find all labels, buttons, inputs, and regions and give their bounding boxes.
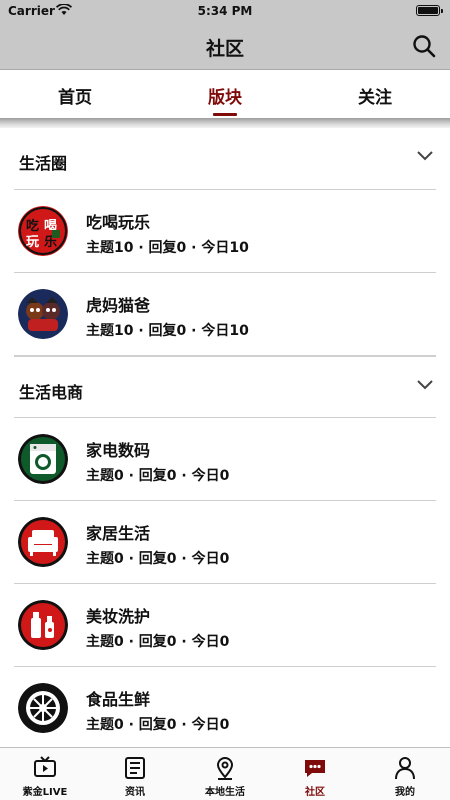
food-fun-icon: 吃 喝 玩 乐 <box>18 206 68 256</box>
board-stats: 主题0 · 回复0 · 今日0 <box>86 468 230 484</box>
tab-home[interactable]: 首页 <box>0 70 150 118</box>
board-name: 家居生活 <box>86 524 151 543</box>
active-tab-indicator <box>213 113 237 116</box>
search-icon[interactable] <box>412 34 436 58</box>
board-stats: 主题0 · 回复0 · 今日0 <box>86 551 230 567</box>
board-name: 家电数码 <box>86 441 151 460</box>
tire-icon <box>18 683 68 733</box>
tab-bar-label: 我的 <box>395 787 415 798</box>
section-header-life-circle[interactable]: 生活圈 <box>14 128 436 190</box>
sofa-icon <box>18 517 68 567</box>
divider <box>0 118 450 128</box>
news-icon <box>125 757 145 779</box>
parents-icon <box>18 289 68 339</box>
list-item[interactable]: 吃 喝 玩 乐 吃喝玩乐 主题10 · 回复0 · 今日10 <box>14 190 436 273</box>
chat-icon <box>305 760 325 777</box>
tab-news[interactable]: 资讯 <box>90 748 180 800</box>
board-name: 虎妈猫爸 <box>86 296 151 315</box>
chevron-down-icon[interactable] <box>416 150 434 162</box>
list-item[interactable]: 家电数码 主题0 · 回复0 · 今日0 <box>14 418 436 501</box>
bottom-tab-bar: 紫金LIVE 资讯 本地生活 社区 我的 <box>0 747 450 800</box>
board-stats: 主题10 · 回复0 · 今日10 <box>86 323 249 339</box>
board-stats: 主题0 · 回复0 · 今日0 <box>86 717 230 733</box>
person-icon <box>395 757 415 780</box>
tv-icon <box>34 756 56 777</box>
tab-label: 首页 <box>58 88 92 108</box>
tab-local-life[interactable]: 本地生活 <box>180 748 270 800</box>
board-name: 吃喝玩乐 <box>86 213 151 232</box>
page-title: 社区 <box>205 38 244 60</box>
svg-text:吃: 吃 <box>26 218 39 234</box>
cosmetics-icon <box>18 600 68 650</box>
list-item[interactable]: 虎妈猫爸 主题10 · 回复0 · 今日10 <box>14 273 436 356</box>
board-stats: 主题0 · 回复0 · 今日0 <box>86 634 230 650</box>
tab-live[interactable]: 紫金LIVE <box>0 748 90 800</box>
washing-machine-icon <box>18 434 68 484</box>
board-stats: 主题10 · 回复0 · 今日10 <box>86 240 249 256</box>
status-bar: Carrier 5:34 PM <box>0 0 450 22</box>
tab-bar-label: 本地生活 <box>205 787 245 798</box>
clock-time: 5:34 PM <box>197 4 253 18</box>
location-icon <box>216 757 234 780</box>
tab-bar-label: 社区 <box>305 787 325 798</box>
board-name: 美妆洗护 <box>86 607 151 626</box>
section-title: 生活圈 <box>19 154 68 173</box>
battery-icon <box>416 5 443 16</box>
list-item[interactable]: 家居生活 主题0 · 回复0 · 今日0 <box>14 501 436 584</box>
chevron-down-icon[interactable] <box>416 379 434 391</box>
tab-bar-label: 紫金LIVE <box>22 787 68 798</box>
board-name: 食品生鲜 <box>86 690 151 709</box>
tab-community[interactable]: 社区 <box>270 748 360 800</box>
tab-boards[interactable]: 版块 <box>150 70 300 118</box>
tab-following[interactable]: 关注 <box>300 70 450 118</box>
tab-label: 版块 <box>208 88 242 108</box>
section-title: 生活电商 <box>19 383 84 402</box>
svg-text:玩: 玩 <box>26 235 39 250</box>
section-header-life-ecommerce[interactable]: 生活电商 <box>14 356 436 418</box>
tab-mine[interactable]: 我的 <box>360 748 450 800</box>
board-list: 生活圈 吃 喝 玩 乐 吃喝玩乐 主题10 · 回复0 · 今日10 虎妈猫爸 … <box>0 128 450 750</box>
list-item[interactable]: 食品生鲜 主题0 · 回复0 · 今日0 <box>14 667 436 750</box>
list-item[interactable]: 美妆洗护 主题0 · 回复0 · 今日0 <box>14 584 436 667</box>
top-tabs: 首页 版块 关注 <box>0 70 450 118</box>
nav-bar: 社区 <box>0 22 450 70</box>
tab-bar-label: 资讯 <box>125 787 145 798</box>
tab-label: 关注 <box>358 88 392 108</box>
